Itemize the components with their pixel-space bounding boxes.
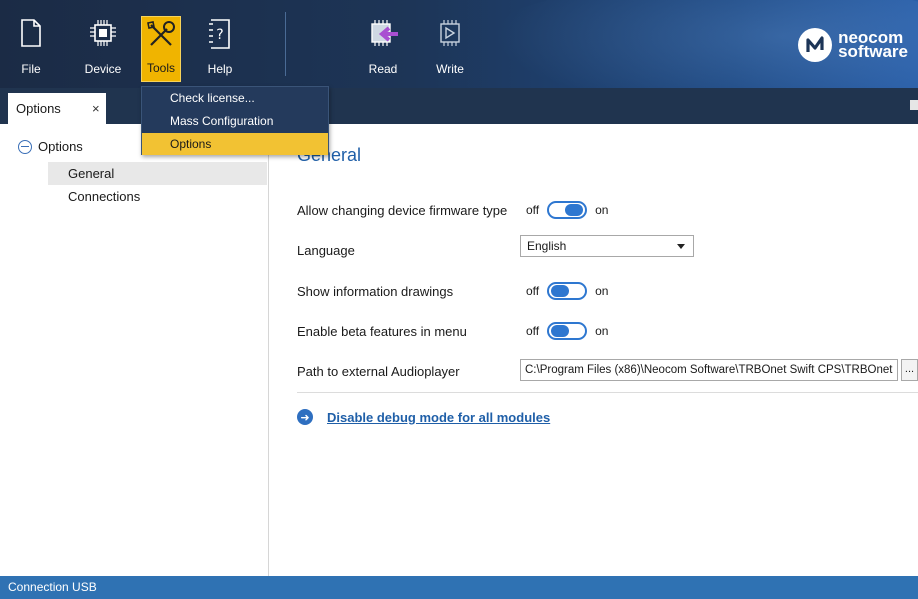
beta-features-label: Enable beta features in menu (297, 324, 467, 339)
device-button[interactable]: Device (80, 16, 126, 82)
svg-text:?: ? (216, 27, 223, 43)
file-icon (21, 19, 41, 47)
file-button[interactable]: File (10, 16, 52, 82)
document-tab-strip: Options × (0, 88, 918, 124)
language-select[interactable]: English (520, 235, 694, 257)
logo-line-2: software (838, 42, 908, 61)
tools-label: Tools (146, 61, 175, 75)
write-label: Write (436, 62, 464, 76)
tree-root-options[interactable]: Options (18, 139, 83, 154)
tools-button[interactable]: Tools (141, 16, 181, 82)
disable-debug-link[interactable]: Disable debug mode for all modules (327, 410, 550, 425)
toggle-on-label: on (595, 203, 609, 217)
read-chip-icon (371, 20, 398, 46)
chevron-down-icon (677, 244, 685, 249)
info-drawings-switch[interactable] (547, 282, 588, 300)
help-button[interactable]: ? Help (200, 16, 240, 82)
write-chip-icon (440, 20, 460, 46)
tab-options-label: Options (16, 101, 61, 116)
toggle-off-label: off (526, 284, 540, 298)
toggle-on-label: on (595, 324, 609, 338)
ribbon-separator (285, 12, 286, 76)
audioplayer-path-input[interactable]: C:\Program Files (x86)\Neocom Software\T… (520, 359, 898, 381)
info-drawings-label: Show information drawings (297, 284, 454, 299)
firmware-type-label: Allow changing device firmware type (297, 203, 508, 218)
menu-item-options[interactable]: Options (142, 133, 328, 155)
info-drawings-toggle[interactable]: off on (526, 281, 608, 301)
arrow-right-icon: ➜ (297, 409, 313, 425)
neocom-n-icon (806, 36, 824, 52)
chip-icon (90, 20, 116, 46)
firmware-type-switch[interactable] (547, 201, 588, 219)
general-settings-panel: General Allow changing device firmware t… (270, 124, 918, 576)
device-label: Device (84, 62, 122, 76)
collapse-icon[interactable] (18, 139, 32, 154)
options-tree: Options General Connections (8, 124, 269, 576)
switch-knob (551, 285, 570, 297)
tab-close-icon[interactable]: × (92, 101, 100, 116)
section-divider (297, 392, 918, 393)
tab-options[interactable]: Options × (8, 93, 106, 124)
beta-features-switch[interactable] (547, 322, 588, 340)
firmware-type-toggle[interactable]: off on (526, 200, 608, 220)
toggle-off-label: off (526, 324, 540, 338)
menu-item-mass-configuration[interactable]: Mass Configuration (142, 110, 328, 132)
help-label: Help (207, 62, 233, 76)
beta-features-toggle[interactable]: off on (526, 321, 608, 341)
menu-item-check-license[interactable]: Check license... (142, 87, 328, 109)
neocom-logo-mark (798, 28, 833, 62)
tree-root-label: Options (38, 139, 83, 154)
write-button[interactable]: Write (430, 16, 470, 82)
tree-item-general[interactable]: General (48, 162, 267, 185)
read-label: Read (368, 62, 398, 76)
tab-list-button[interactable] (910, 100, 918, 110)
toggle-off-label: off (526, 203, 540, 217)
help-icon: ? (209, 19, 230, 49)
read-button[interactable]: Read (362, 16, 404, 82)
audioplayer-path-label: Path to external Audioplayer (297, 364, 460, 379)
tree-item-connections[interactable]: Connections (48, 185, 267, 208)
toggle-on-label: on (595, 284, 609, 298)
tools-icon (147, 21, 175, 46)
switch-knob (551, 325, 570, 337)
debug-link-row[interactable]: ➜ Disable debug mode for all modules (297, 409, 550, 425)
language-value: English (527, 239, 567, 253)
neocom-logo-text: neocom software (838, 29, 908, 61)
browse-button[interactable]: ... (901, 359, 918, 381)
switch-knob (565, 204, 584, 216)
language-label: Language (297, 243, 355, 258)
status-bar: Connection USB (0, 576, 918, 599)
neocom-logo: neocom software (798, 26, 908, 64)
file-label: File (21, 62, 41, 76)
ribbon-toolbar: File Device Tools ? Help Read Write neoc… (0, 0, 918, 88)
tools-dropdown-menu: Check license... Mass Configuration Opti… (141, 86, 329, 155)
